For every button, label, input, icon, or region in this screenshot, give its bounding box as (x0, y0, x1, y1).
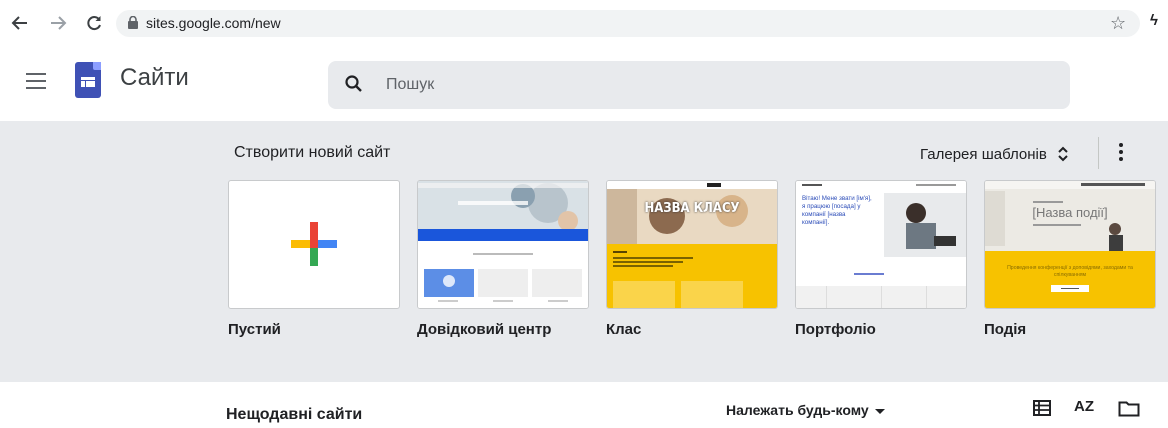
menu-icon[interactable] (26, 73, 46, 89)
recent-sites-title: Нещодавні сайти (226, 406, 363, 423)
template-label-help-center[interactable]: Довідковий центр (417, 321, 551, 338)
forward-arrow-icon[interactable] (46, 11, 70, 35)
template-card-class[interactable]: НАЗВА КЛАСУ (606, 180, 778, 309)
search-input[interactable]: Пошук (386, 76, 434, 94)
template-card-event[interactable]: [Назва події] Проведення конференції з д… (984, 180, 1156, 309)
app-header: Сайти Пошук (0, 46, 1168, 121)
section-title: Створити новий сайт (234, 144, 391, 161)
extension-icon[interactable]: ϟ (1150, 12, 1158, 29)
app-title[interactable]: Сайти (120, 64, 189, 92)
back-arrow-icon[interactable] (8, 11, 32, 35)
caret-down-icon (874, 408, 885, 414)
owner-filter-dropdown[interactable]: Належать будь-кому (726, 402, 885, 418)
template-label-class[interactable]: Клас (606, 321, 641, 338)
recent-sites-header: Нещодавні сайти Належать будь-кому AZ (0, 382, 1168, 428)
unfold-icon (1058, 146, 1068, 162)
portfolio-hero-text: Вітаю! Мене звати [ім'я], я працюю [поса… (802, 195, 872, 226)
more-vert-icon[interactable] (1112, 140, 1130, 164)
sort-az-icon[interactable]: AZ (1074, 398, 1094, 415)
folder-icon[interactable] (1118, 400, 1140, 422)
template-card-help-center[interactable] (417, 180, 589, 309)
url-text: sites.google.com/new (146, 15, 281, 31)
search-icon[interactable] (344, 74, 364, 99)
event-hero-text: [Назва події] (1032, 205, 1108, 220)
template-card-portfolio[interactable]: Вітаю! Мене звати [ім'я], я працюю [поса… (795, 180, 967, 309)
template-label-portfolio[interactable]: Портфоліо (795, 321, 876, 338)
template-label-event[interactable]: Подія (984, 321, 1026, 338)
template-gallery-section: Створити новий сайт Галерея шаблонів Пус… (0, 121, 1168, 382)
plus-icon (291, 222, 337, 266)
template-label-blank[interactable]: Пустий (228, 321, 281, 338)
help-center-thumbnail (418, 181, 588, 308)
owner-filter-label: Належать будь-кому (726, 402, 869, 418)
search-bar[interactable]: Пошук (328, 61, 1070, 109)
divider (1098, 137, 1099, 169)
event-cta-text: Проведення конференції з доповідями, зах… (1007, 265, 1133, 278)
reload-icon[interactable] (82, 11, 106, 35)
template-gallery-label: Галерея шаблонів (920, 145, 1047, 163)
template-gallery-button[interactable]: Галерея шаблонів (920, 142, 1069, 166)
browser-toolbar: sites.google.com/new ☆ ϟ (0, 0, 1168, 46)
address-bar[interactable]: sites.google.com/new ☆ (116, 10, 1140, 37)
sites-logo-icon[interactable] (75, 62, 101, 98)
lock-icon[interactable] (128, 15, 138, 34)
list-view-icon[interactable] (1033, 400, 1051, 421)
class-hero-text: НАЗВА КЛАСУ (644, 201, 740, 216)
template-card-blank[interactable] (228, 180, 400, 309)
event-thumbnail (985, 181, 1155, 308)
star-icon[interactable]: ☆ (1110, 13, 1126, 34)
